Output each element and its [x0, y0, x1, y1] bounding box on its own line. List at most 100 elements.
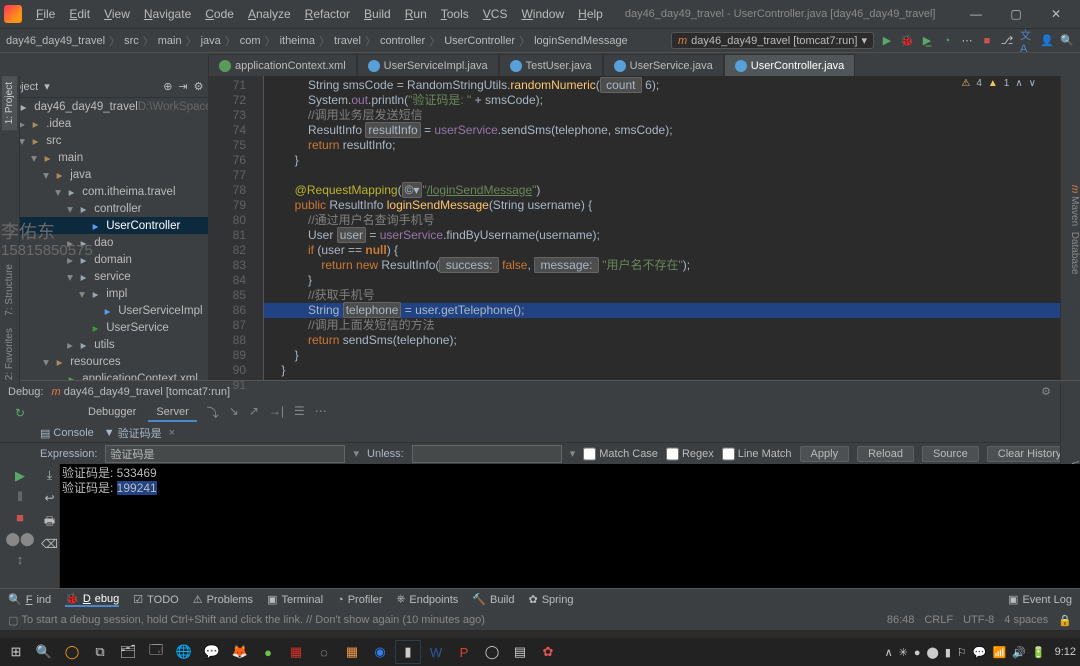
menu-file[interactable]: File	[30, 5, 61, 23]
code-line[interactable]: @RequestMapping(©▾"/loginSendMessage")	[264, 183, 1060, 198]
nav-up-icon[interactable]: ∧	[1015, 78, 1022, 89]
profile-icon[interactable]: ◔	[940, 35, 954, 47]
fold-gutter[interactable]	[252, 76, 264, 380]
crumb-8[interactable]: UserController	[444, 35, 515, 47]
print-icon[interactable]: 🖶	[44, 514, 55, 529]
tray-icon[interactable]: ▮	[945, 647, 951, 659]
menu-analyze[interactable]: Analyze	[242, 5, 297, 23]
step-over-icon[interactable]: ⤵	[207, 404, 219, 422]
menu-vcs[interactable]: VCS	[477, 5, 514, 23]
code-line[interactable]: User user = userService.findByUsername(u…	[264, 228, 1060, 243]
debug-config[interactable]: m day46_day49_travel [tomcat7:run]	[51, 386, 230, 398]
code-line[interactable]: //调用业务层发送短信	[264, 108, 1060, 123]
maven-stripe[interactable]: m	[1069, 185, 1080, 193]
code-line[interactable]: ResultInfo resultInfo = userService.send…	[264, 123, 1060, 138]
firefox-icon[interactable]: 🦊	[228, 641, 252, 663]
code-line[interactable]: System.out.println("验证码是: " + smsCode);	[264, 93, 1060, 108]
code-line[interactable]: }	[264, 348, 1060, 363]
menu-tools[interactable]: Tools	[435, 5, 475, 23]
nav-down-icon[interactable]: ∨	[1029, 78, 1036, 89]
tree-node[interactable]: ▾▸ resources	[0, 353, 225, 370]
crumb-1[interactable]: src	[124, 35, 139, 47]
start-button[interactable]: ⊞	[4, 641, 28, 663]
reload-button[interactable]: Reload	[857, 446, 914, 462]
tree-node[interactable]: ▸ applicationContext.xml	[0, 370, 225, 380]
crumb-9[interactable]: loginSendMessage	[534, 35, 628, 47]
attach-icon[interactable]: ⋯	[960, 34, 974, 47]
menu-window[interactable]: Window	[515, 5, 570, 23]
chrome-icon[interactable]: 🌐	[172, 641, 196, 663]
debug-gear-icon[interactable]: ⚙	[1041, 385, 1051, 398]
search-icon[interactable]: 🔍	[1060, 34, 1074, 47]
server-tab[interactable]: Server	[148, 404, 196, 422]
target-icon[interactable]: ⊕	[163, 80, 172, 93]
run-to-cursor-icon[interactable]: →|	[269, 404, 284, 422]
tree-node[interactable]: ▾▸ com.itheima.travel	[0, 183, 225, 200]
edge-icon[interactable]: 🗔	[144, 641, 168, 663]
git-icon[interactable]: ⎇	[1000, 34, 1014, 47]
code-line[interactable]: }	[264, 273, 1060, 288]
gear-icon[interactable]: ⚙	[194, 80, 204, 93]
crumb-3[interactable]: java	[201, 35, 221, 47]
tool-build[interactable]: 🔨 Build	[472, 593, 514, 606]
menu-run[interactable]: Run	[399, 5, 433, 23]
tool-profiler[interactable]: ◔ Profiler	[337, 594, 383, 606]
rerun-icon[interactable]: ↻	[15, 406, 25, 420]
code-line[interactable]: return new ResultInfo( success: false, m…	[264, 258, 1060, 273]
menu-code[interactable]: Code	[199, 5, 240, 23]
tray-icon[interactable]: 💬	[973, 647, 987, 659]
view-breakpoints-icon[interactable]: ⬤⬤	[5, 531, 34, 546]
tree-node[interactable]: ▸▸ dao	[0, 234, 225, 251]
tray-icon[interactable]: 🔋	[1032, 647, 1046, 659]
code-line[interactable]	[264, 378, 1060, 380]
editor-tab[interactable]: TestUser.java	[499, 54, 603, 76]
avatar-icon[interactable]: 👤	[1040, 34, 1054, 47]
app-icon-6[interactable]: ◯	[480, 641, 504, 663]
crumb-5[interactable]: itheima	[280, 35, 315, 47]
unless-input[interactable]	[412, 445, 562, 463]
code-editor[interactable]: 7172737475767778798081828384858687888990…	[208, 76, 1060, 380]
tool-problems[interactable]: ⚠ Problems	[193, 593, 253, 606]
wechat-icon[interactable]: 💬	[200, 641, 224, 663]
console-output[interactable]: ▶ ‖ ■ ⬤⬤ ↕ ⤓ ↩ 🖶 ⌫ 验证码是: 533469验证码是: 199…	[0, 464, 1080, 588]
step-into-icon[interactable]: ↘	[229, 404, 239, 422]
close-button[interactable]: ✕	[1036, 0, 1076, 28]
tree-node[interactable]: ▸ UserServiceImpl	[0, 302, 225, 319]
tool-debug[interactable]: 🐞 Debug	[65, 592, 119, 607]
app-icon-3[interactable]: ◌	[312, 641, 336, 663]
code-line[interactable]: public ResultInfo loginSendMessage(Strin…	[264, 198, 1060, 213]
code-line[interactable]: //获取手机号	[264, 288, 1060, 303]
dropdown-icon[interactable]: ▾	[353, 447, 359, 460]
tree-node[interactable]: ▾▸ service	[0, 268, 225, 285]
pause-icon[interactable]: ‖	[17, 489, 22, 504]
favorites-stripe-tab[interactable]: 2: Favorites	[2, 322, 17, 386]
close-filter-icon[interactable]: ×	[169, 427, 175, 439]
run-config-selector[interactable]: m day46_day49_travel [tomcat7:run] ▾	[671, 32, 874, 49]
stop-debug-icon[interactable]: ■	[16, 510, 24, 525]
debugger-tab[interactable]: Debugger	[80, 404, 144, 422]
menu-view[interactable]: View	[98, 5, 136, 23]
tree-node[interactable]: ▸ UserService	[0, 319, 225, 336]
menu-navigate[interactable]: Navigate	[138, 5, 197, 23]
app-icon-7[interactable]: ▤	[508, 641, 532, 663]
menu-help[interactable]: Help	[572, 5, 609, 23]
collapse-icon[interactable]: ⇥	[178, 80, 187, 93]
match-case-check[interactable]: Match Case	[583, 445, 658, 463]
tree-node[interactable]: ▾▸ java	[0, 166, 225, 183]
run-icon[interactable]: ▶	[880, 34, 894, 47]
scroll-icon[interactable]: ⤓	[47, 468, 52, 483]
minimize-button[interactable]: —	[956, 0, 996, 28]
crumb-6[interactable]: travel	[334, 35, 361, 47]
console-tab[interactable]: ▤Console	[40, 427, 94, 440]
code-line[interactable]: return resultInfo;	[264, 138, 1060, 153]
tree-node[interactable]: ▸▸ domain	[0, 251, 225, 268]
regex-check[interactable]: Regex	[666, 445, 714, 463]
tray-icon[interactable]: ⚐	[957, 647, 967, 659]
project-tree[interactable]: ▾▸ day46_day49_travel D:\WorkSpace\... ▸▸…	[0, 98, 225, 380]
status-cell[interactable]: CRLF	[924, 614, 953, 627]
stop-icon[interactable]: ■	[980, 35, 994, 47]
editor-tab[interactable]: UserServiceImpl.java	[357, 54, 499, 76]
tree-node[interactable]: ▾▸ day46_day49_travel D:\WorkSpace\...	[0, 98, 225, 115]
layout-icon[interactable]: ↕	[17, 552, 24, 567]
code-line[interactable]: }	[264, 363, 1060, 378]
